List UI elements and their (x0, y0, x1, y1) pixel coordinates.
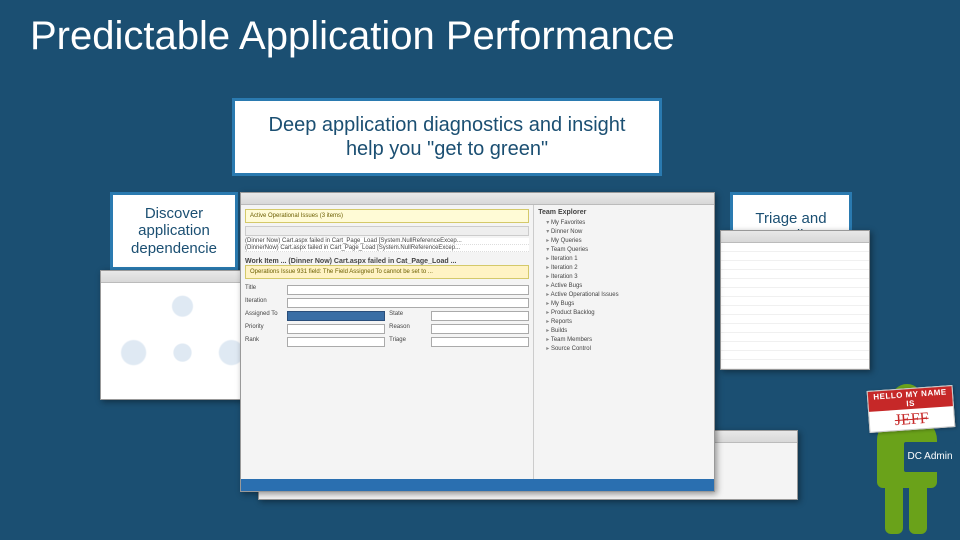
tree-item: Iteration 1 (538, 255, 710, 264)
tree-item: Builds (538, 327, 710, 336)
callout-text: Deep application diagnostics and insight… (253, 113, 641, 161)
lbl-assigned: Assigned To (245, 311, 283, 321)
tree-item: Team Queries (538, 246, 710, 255)
tree-item: My Queries (538, 237, 710, 246)
lbl-state: State (389, 311, 427, 321)
card-discover-dependencies: Discover application dependencie (110, 192, 238, 270)
screenshot-properties (720, 230, 870, 370)
tree-item: Active Bugs (538, 282, 710, 291)
lbl-triage: Triage (389, 337, 427, 347)
team-explorer-title: Team Explorer (538, 209, 710, 216)
tree-item: Product Backlog (538, 309, 710, 318)
active-tab: Active Operational Issues (3 items) (245, 209, 529, 223)
role-text: DC Admin (907, 452, 952, 463)
tree-item: Dinner Now (538, 228, 710, 237)
screenshot-tfs-workitem: Active Operational Issues (3 items) (Din… (240, 192, 715, 492)
fld-priority (287, 324, 385, 334)
fld-rank (287, 337, 385, 347)
tree-item: Iteration 2 (538, 264, 710, 273)
tree-item: Source Control (538, 345, 710, 354)
fld-state (431, 311, 529, 321)
card-discover-text: Discover application dependencie (117, 205, 231, 257)
lbl-title: Title (245, 285, 283, 295)
error-banner: Operations Issue 931 field: The Field As… (245, 265, 529, 279)
work-item-title: Work Item ... (Dinner Now) Cart.aspx fai… (245, 258, 529, 265)
tree-item: Reports (538, 318, 710, 327)
tree-item: My Favorites (538, 219, 710, 228)
fld-triage (431, 337, 529, 347)
tree: My Favorites Dinner Now My Queries Team … (538, 219, 710, 354)
fld-iteration (287, 298, 529, 308)
persona-figure: HELLO MY NAME IS JEFF DC Admin (862, 364, 952, 534)
tree-item: Iteration 3 (538, 273, 710, 282)
tree-item: Team Members (538, 336, 710, 345)
lbl-priority: Priority (245, 324, 283, 334)
lbl-rank: Rank (245, 337, 283, 347)
tree-item: My Bugs (538, 300, 710, 309)
lbl-iteration: Iteration (245, 298, 283, 308)
name-tag: HELLO MY NAME IS JEFF (867, 385, 956, 433)
role-badge: DC Admin (904, 442, 956, 472)
lbl-reason: Reason (389, 324, 427, 334)
slide-title: Predictable Application Performance (30, 14, 675, 59)
callout-diagnostics: Deep application diagnostics and insight… (232, 98, 662, 176)
fld-reason (431, 324, 529, 334)
tree-item: Active Operational Issues (538, 291, 710, 300)
fld-title (287, 285, 529, 295)
grid-row: (Dinner Now) Cart.aspx failed in Cart_Pa… (245, 238, 529, 245)
fld-assigned (287, 311, 385, 321)
grid-row: (DinnerNow) Cart.aspx failed in Cart_Pag… (245, 245, 529, 252)
